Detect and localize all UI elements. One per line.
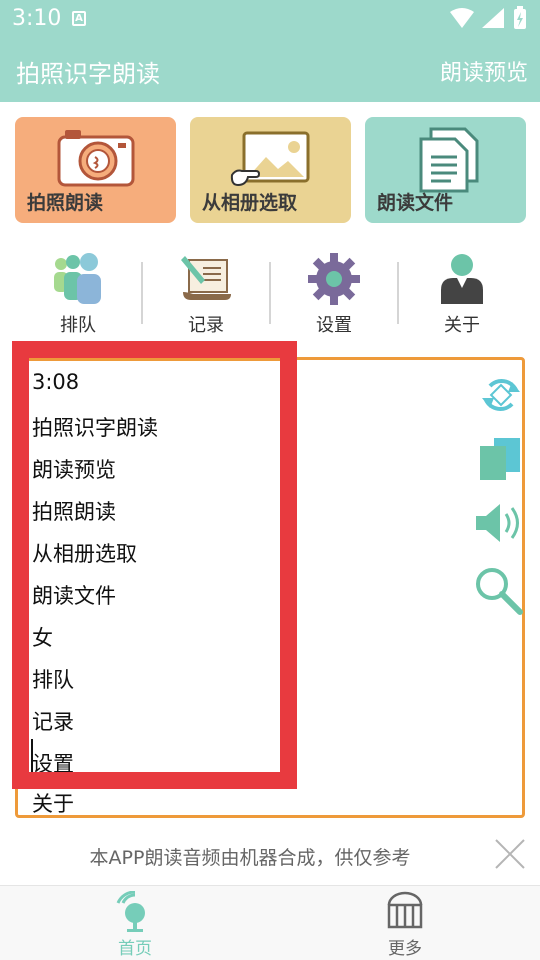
bottom-nav: 首页 更多 (0, 885, 540, 960)
notification-icon: A (72, 11, 86, 26)
battery-icon (514, 6, 526, 29)
page-title: 拍照识字朗读 (16, 60, 160, 88)
text-line: 关于 (32, 792, 74, 814)
queue-icon (54, 253, 101, 304)
quick-label-queue: 排队 (60, 315, 96, 336)
disclaimer-text: 本APP朗读音频由机器合成，供仅参考 (89, 847, 411, 869)
quick-label-about: 关于 (444, 315, 480, 336)
about-button[interactable]: 关于 (398, 250, 526, 336)
select-from-album-tile[interactable]: 从相册选取 (190, 117, 351, 223)
about-icon (441, 254, 483, 304)
document-icon (419, 127, 479, 193)
record-button[interactable]: 记录 (142, 250, 270, 336)
gear-icon (308, 253, 360, 305)
take-photo-read-tile[interactable]: 拍照朗读 (15, 117, 176, 223)
tile-label-select-album: 从相册选取 (202, 192, 298, 214)
copy-icon[interactable] (478, 436, 524, 482)
nav-label-home: 首页 (118, 939, 152, 959)
tile-label-take-photo: 拍照朗读 (27, 192, 104, 214)
status-icons (450, 6, 526, 29)
camera-icon (57, 130, 135, 187)
home-icon (116, 891, 145, 932)
rotate-icon[interactable] (478, 372, 524, 418)
nav-label-more: 更多 (388, 939, 422, 959)
status-bar: 3:10 A (0, 0, 540, 38)
search-icon[interactable] (474, 566, 524, 616)
wifi-icon (450, 8, 474, 28)
queue-button[interactable]: 排队 (14, 250, 142, 336)
annotation-red-box (12, 341, 297, 789)
gallery-icon (230, 131, 310, 187)
quick-label-record: 记录 (188, 315, 224, 336)
nav-more[interactable]: 更多 (270, 886, 540, 960)
close-icon[interactable] (494, 838, 526, 870)
speaker-icon[interactable] (474, 500, 522, 546)
quick-label-settings: 设置 (316, 315, 352, 336)
app-bar: 拍照识字朗读 朗读预览 (0, 38, 540, 102)
signal-icon (482, 8, 504, 28)
record-icon (181, 256, 231, 300)
settings-button[interactable]: 设置 (270, 250, 398, 336)
nav-home[interactable]: 首页 (0, 886, 270, 960)
status-time: 3:10 (12, 6, 62, 31)
more-icon (387, 891, 423, 929)
tile-label-read-file: 朗读文件 (377, 192, 454, 214)
read-preview-button[interactable]: 朗读预览 (440, 55, 528, 87)
read-file-tile[interactable]: 朗读文件 (365, 117, 526, 223)
